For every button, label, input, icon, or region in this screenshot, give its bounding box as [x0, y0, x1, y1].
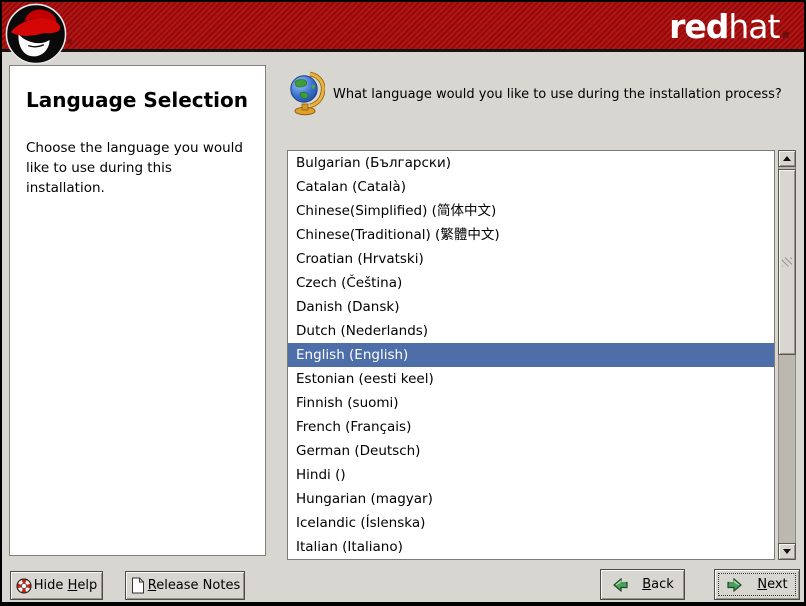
next-label: Next — [757, 577, 787, 592]
language-option[interactable]: Czech (Čeština) — [288, 271, 774, 295]
language-option[interactable]: Hindi () — [288, 463, 774, 487]
header-banner: redhat. — [2, 2, 804, 52]
language-list: Bulgarian (Български)Catalan (Català)Chi… — [287, 150, 775, 560]
language-option[interactable]: Croatian (Hrvatski) — [288, 247, 774, 271]
language-option[interactable]: Danish (Dansk) — [288, 295, 774, 319]
back-button[interactable]: Back — [600, 569, 685, 600]
language-option[interactable]: Chinese(Simplified) (简体中文) — [288, 199, 774, 223]
language-option[interactable]: German (Deutsch) — [288, 439, 774, 463]
lifebuoy-icon — [16, 578, 32, 594]
release-notes-button[interactable]: Release Notes — [125, 571, 245, 600]
arrow-right-icon — [726, 576, 744, 594]
arrow-left-icon — [611, 576, 629, 594]
language-option-selected[interactable]: English (English) — [288, 343, 774, 367]
language-option[interactable]: Bulgarian (Български) — [288, 151, 774, 175]
language-option[interactable]: Italian (Italiano) — [288, 535, 774, 559]
language-option[interactable]: Icelandic (Íslenska) — [288, 511, 774, 535]
installer-window: redhat. ® Language Selection Choose the … — [0, 0, 806, 606]
page-title: Language Selection — [26, 88, 259, 112]
redhat-shadowman-logo-icon — [5, 3, 67, 65]
question-text: What language would you like to use duri… — [333, 85, 803, 104]
language-option[interactable]: Hungarian (magyar) — [288, 487, 774, 511]
language-option[interactable]: Dutch (Nederlands) — [288, 319, 774, 343]
redhat-wordmark: redhat. — [669, 7, 791, 47]
document-icon — [130, 577, 145, 594]
registered-trademark: ® — [66, 38, 73, 46]
language-option[interactable]: Catalan (Català) — [288, 175, 774, 199]
globe-icon — [288, 71, 325, 116]
triangle-down-icon — [783, 549, 791, 554]
language-list-scrollbar[interactable] — [778, 150, 796, 560]
language-option[interactable]: Estonian (eesti keel) — [288, 367, 774, 391]
hide-help-label: Hide Help — [34, 578, 97, 593]
wordmark-dot: . — [779, 7, 791, 46]
next-button[interactable]: Next — [714, 569, 800, 600]
language-option[interactable]: French (Français) — [288, 415, 774, 439]
scrollbar-thumb[interactable] — [778, 169, 796, 355]
language-option[interactable]: Chinese(Traditional) (繁體中文) — [288, 223, 774, 247]
back-label: Back — [642, 577, 674, 592]
hide-help-button[interactable]: Hide Help — [10, 571, 103, 600]
scroll-down-button[interactable] — [778, 543, 796, 560]
triangle-up-icon — [783, 156, 791, 161]
help-text: Choose the language you would like to us… — [26, 138, 254, 198]
help-panel: Language Selection Choose the language y… — [9, 65, 266, 556]
language-option[interactable]: Finnish (suomi) — [288, 391, 774, 415]
wordmark-light: hat — [728, 7, 779, 46]
release-notes-label: Release Notes — [148, 578, 240, 593]
scroll-up-button[interactable] — [778, 150, 796, 167]
wordmark-bold: red — [669, 7, 728, 46]
